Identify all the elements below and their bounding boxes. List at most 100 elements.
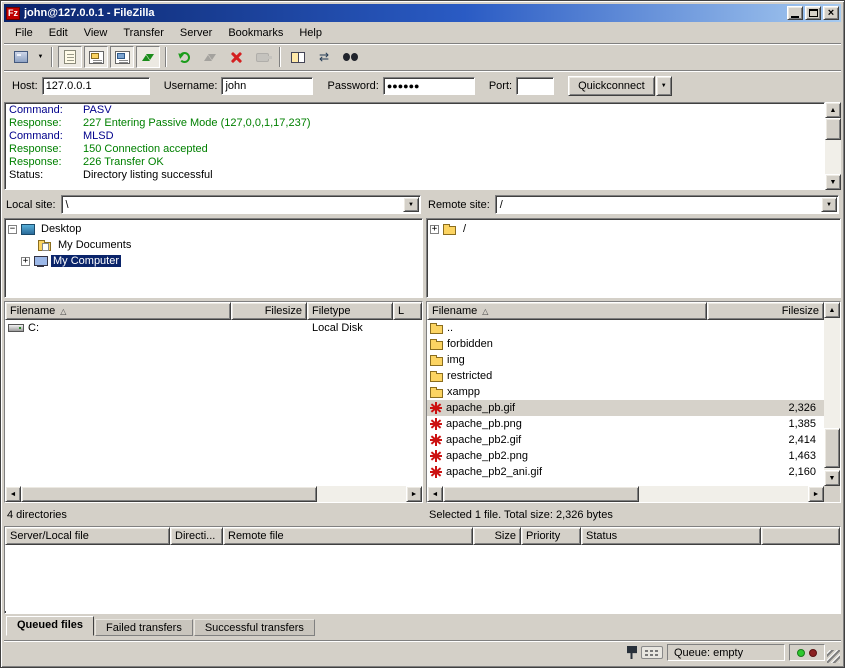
tab-successful-transfers[interactable]: Successful transfers <box>194 619 315 636</box>
host-input[interactable] <box>42 77 150 95</box>
remote-file-row[interactable]: apache_pb2.gif 2,414 <box>427 432 824 448</box>
close-button[interactable]: × <box>823 6 839 20</box>
column-header-filesize[interactable]: Filesize <box>707 302 824 320</box>
site-manager-button[interactable] <box>9 46 33 68</box>
folder-icon <box>430 357 443 366</box>
column-header-direction[interactable]: Directi... <box>170 527 223 545</box>
combo-dropdown-icon[interactable]: ▼ <box>821 197 837 212</box>
remote-site-combo[interactable]: / ▼ <box>495 195 839 214</box>
keypad-icon <box>641 646 663 659</box>
remote-file-row[interactable]: forbidden <box>427 336 824 352</box>
column-header-filename[interactable]: Filename△ <box>5 302 231 320</box>
remote-file-row[interactable]: apache_pb.png 1,385 <box>427 416 824 432</box>
remote-file-row[interactable]: restricted <box>427 368 824 384</box>
local-site-combo[interactable]: \ ▼ <box>61 195 421 214</box>
toolbar: ▼ ⇄ <box>4 43 841 70</box>
tree-item-desktop[interactable]: − Desktop <box>5 221 422 237</box>
tab-failed-transfers[interactable]: Failed transfers <box>95 619 193 636</box>
cancel-operation-button[interactable] <box>224 46 248 68</box>
menu-transfer[interactable]: Transfer <box>115 24 172 42</box>
scrollbar-thumb[interactable] <box>824 428 840 468</box>
expand-icon[interactable]: + <box>21 257 30 266</box>
status-bar: Queue: empty <box>4 640 841 664</box>
menu-bookmarks[interactable]: Bookmarks <box>220 24 291 42</box>
remote-file-row[interactable]: apache_pb2.png 1,463 <box>427 448 824 464</box>
message-log: Command:PASV Response:227 Entering Passi… <box>4 102 825 190</box>
toggle-remote-treeview-button[interactable] <box>110 46 134 68</box>
scrollbar-thumb[interactable] <box>443 486 639 502</box>
resize-grip[interactable] <box>827 650 840 663</box>
tree-item-my-documents[interactable]: My Documents <box>5 237 422 253</box>
sort-ascending-icon: △ <box>60 307 66 316</box>
remote-file-row-selected[interactable]: apache_pb.gif 2,326 <box>427 400 824 416</box>
remote-file-row[interactable]: .. <box>427 320 824 336</box>
menu-edit[interactable]: Edit <box>41 24 76 42</box>
quickconnect-bar: Host: Username: Password: Port: Quickcon… <box>4 70 841 100</box>
remote-treeview-icon <box>115 51 130 64</box>
collapse-icon[interactable]: − <box>8 225 17 234</box>
remote-vertical-scrollbar[interactable]: ▲ ▼ <box>824 302 840 486</box>
column-header-size[interactable]: Size <box>473 527 521 545</box>
title-bar[interactable]: Fz john@127.0.0.1 - FileZilla × <box>4 4 841 22</box>
minimize-button[interactable] <box>787 6 803 20</box>
tree-item-my-computer[interactable]: + My Computer <box>5 253 422 269</box>
scroll-down-button[interactable]: ▼ <box>825 174 841 190</box>
password-input[interactable] <box>383 77 475 95</box>
menu-file[interactable]: File <box>7 24 41 42</box>
menu-help[interactable]: Help <box>291 24 330 42</box>
column-header-filename[interactable]: Filename△ <box>427 302 707 320</box>
toggle-local-treeview-button[interactable] <box>84 46 108 68</box>
remote-horizontal-scrollbar[interactable]: ◄ ► <box>427 486 824 502</box>
disconnect-button[interactable] <box>250 46 274 68</box>
tree-item-root[interactable]: + / <box>427 221 840 237</box>
scroll-up-button[interactable]: ▲ <box>824 302 840 318</box>
process-queue-button[interactable] <box>198 46 222 68</box>
menu-view[interactable]: View <box>76 24 116 42</box>
tab-queued-files[interactable]: Queued files <box>6 616 94 636</box>
column-header-priority[interactable]: Priority <box>521 527 581 545</box>
folder-icon <box>443 226 456 235</box>
maximize-button[interactable] <box>805 6 821 20</box>
remote-file-row[interactable]: apache_pb2_ani.gif 2,160 <box>427 464 824 480</box>
log-line: Command:MLSD <box>5 130 824 143</box>
remote-file-row[interactable]: img <box>427 352 824 368</box>
column-header-filesize[interactable]: Filesize <box>231 302 307 320</box>
username-input[interactable] <box>221 77 313 95</box>
local-site-label: Local site: <box>6 199 56 211</box>
refresh-button[interactable] <box>172 46 196 68</box>
scrollbar-thumb[interactable] <box>825 118 841 140</box>
scrollbar-thumb[interactable] <box>21 486 317 502</box>
remote-list-header: Filename△ Filesize <box>427 302 824 320</box>
expand-icon[interactable]: + <box>430 225 439 234</box>
log-scrollbar[interactable]: ▲ ▼ <box>825 102 841 190</box>
find-files-button[interactable] <box>338 46 362 68</box>
column-header-status[interactable]: Status <box>581 527 761 545</box>
scroll-right-button[interactable]: ► <box>406 486 422 502</box>
toggle-message-log-button[interactable] <box>58 46 82 68</box>
directory-comparison-button[interactable] <box>286 46 310 68</box>
site-manager-dropdown-button[interactable]: ▼ <box>34 46 47 68</box>
scroll-right-button[interactable]: ► <box>808 486 824 502</box>
log-line: Response:227 Entering Passive Mode (127,… <box>5 117 824 130</box>
local-directory-tree: − Desktop My Documents + My Computer <box>4 218 423 298</box>
scrollbar-corner <box>824 486 840 502</box>
scroll-down-button[interactable]: ▼ <box>824 470 840 486</box>
port-input[interactable] <box>516 77 554 95</box>
local-file-row[interactable]: C: Local Disk <box>5 320 422 336</box>
column-header-remote-file[interactable]: Remote file <box>223 527 473 545</box>
local-horizontal-scrollbar[interactable]: ◄ ► <box>5 486 422 502</box>
scroll-up-button[interactable]: ▲ <box>825 102 841 118</box>
column-header-filetype[interactable]: Filetype <box>307 302 393 320</box>
synchronized-browsing-button[interactable]: ⇄ <box>312 46 336 68</box>
column-header-truncated[interactable]: L <box>393 302 422 320</box>
window-title: john@127.0.0.1 - FileZilla <box>24 7 785 19</box>
remote-file-row[interactable]: xampp <box>427 384 824 400</box>
menu-server[interactable]: Server <box>172 24 220 42</box>
quickconnect-dropdown-button[interactable]: ▼ <box>656 76 672 96</box>
column-header-server-local-file[interactable]: Server/Local file <box>5 527 170 545</box>
scroll-left-button[interactable]: ◄ <box>5 486 21 502</box>
scroll-left-button[interactable]: ◄ <box>427 486 443 502</box>
quickconnect-button[interactable]: Quickconnect <box>568 76 655 96</box>
toggle-transfer-queue-button[interactable] <box>136 46 160 68</box>
combo-dropdown-icon[interactable]: ▼ <box>403 197 419 212</box>
